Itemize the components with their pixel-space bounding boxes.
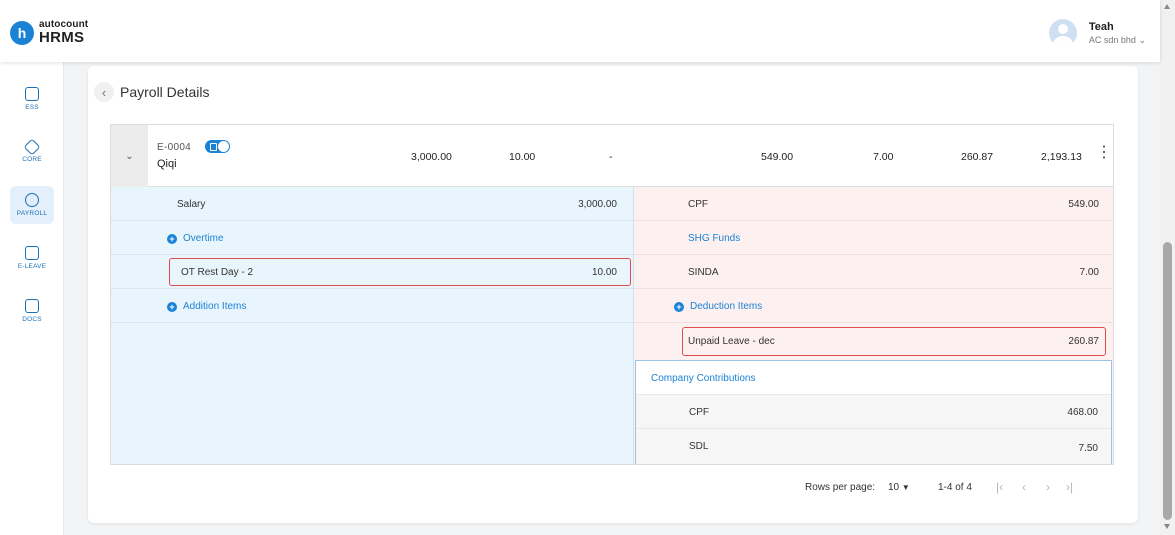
earnings-panel: Salary 3,000.00 + Overtime OT Rest Day - …: [111, 187, 634, 464]
net-pay-cell: 2,193.13: [1041, 151, 1082, 163]
employee-name: Qiqi: [157, 158, 177, 170]
sidebar-item-payroll[interactable]: PAYROLL: [10, 186, 54, 224]
company-cpf-row: CPF 468.00: [636, 395, 1111, 429]
overtime-row[interactable]: + Overtime: [111, 221, 633, 255]
first-page-icon[interactable]: |‹: [996, 480, 1003, 494]
deduction-cell: 260.87: [961, 151, 994, 163]
sidebar-item-e-leave[interactable]: E-LEAVE: [10, 239, 54, 277]
deduction-items-row[interactable]: + Deduction Items: [634, 289, 1113, 323]
company-sdl-value: 7.50: [1078, 443, 1098, 454]
sidebar-item-label: DOCS: [22, 316, 42, 323]
cpf-row: CPF 549.00: [634, 187, 1113, 221]
collapse-row-button[interactable]: ⌄: [111, 125, 148, 187]
last-page-icon[interactable]: ›|: [1066, 480, 1073, 494]
lock-toggle[interactable]: [205, 140, 230, 153]
sidebar-item-label: ESS: [25, 104, 39, 111]
chevron-left-icon: ‹: [101, 84, 107, 100]
company-sdl-label: SDL: [689, 441, 709, 452]
table-row[interactable]: ⌄ E-0004 Qiqi 3,000.00 10.00 - 549.00 7.…: [111, 125, 1113, 187]
pagination: Rows per page: 10 ▼ 1-4 of 4 |‹ ‹ › ›|: [88, 480, 1114, 496]
company-contributions-title: Company Contributions: [651, 373, 756, 384]
page-range: 1-4 of 4: [938, 482, 972, 493]
overtime-cell: 10.00: [509, 151, 536, 163]
sinda-label: SINDA: [688, 267, 719, 278]
addition-cell: -: [609, 151, 613, 163]
payroll-details-card: ‹ Payroll Details ⌄ E-0004 Qiqi 3,000.00…: [88, 66, 1138, 523]
previous-page-icon[interactable]: ‹: [1022, 480, 1026, 494]
chevron-down-icon: ⌄: [1138, 34, 1146, 45]
cpf-label: CPF: [688, 199, 708, 210]
sidebar-item-label: PAYROLL: [16, 210, 48, 217]
unpaid-leave-row[interactable]: Unpaid Leave - dec 260.87: [634, 323, 1113, 360]
rows-per-page-label: Rows per page:: [805, 482, 876, 493]
sidebar-item-label: E-LEAVE: [17, 263, 47, 270]
company-cpf-label: CPF: [689, 407, 709, 418]
logo-bottom-text: HRMS: [39, 29, 85, 46]
rows-per-page-select[interactable]: 10 ▼: [888, 482, 910, 493]
salary-value: 3,000.00: [578, 199, 617, 210]
basic-salary-cell: 3,000.00: [411, 151, 452, 163]
shg-funds-label: SHG Funds: [688, 233, 741, 244]
user-name: Teah: [1088, 20, 1114, 33]
top-header: h autocount HRMS Teah AC sdn bhd ⌄: [0, 0, 1160, 62]
company-selector[interactable]: AC sdn bhd ⌄: [1089, 35, 1146, 46]
page-title: Payroll Details: [120, 84, 210, 100]
deduction-items-link[interactable]: + Deduction Items: [674, 301, 762, 312]
payroll-table: ⌄ E-0004 Qiqi 3,000.00 10.00 - 549.00 7.…: [110, 124, 1114, 465]
sidebar-item-ess[interactable]: ESS: [10, 80, 54, 118]
scroll-thumb[interactable]: [1163, 242, 1172, 520]
page-scrollbar[interactable]: [1160, 0, 1175, 535]
add-circle-icon: +: [167, 234, 177, 244]
deduction-items-label: Deduction Items: [690, 301, 763, 312]
salary-label: Salary: [177, 199, 206, 210]
add-circle-icon: +: [674, 302, 684, 312]
back-button[interactable]: ‹: [94, 82, 114, 102]
payroll-icon: [25, 193, 39, 207]
cpf-value: 549.00: [1068, 199, 1099, 210]
sinda-value: 7.00: [1079, 267, 1099, 278]
addition-items-row[interactable]: + Addition Items: [111, 289, 633, 323]
sinda-row: SINDA 7.00: [634, 255, 1113, 289]
add-circle-icon: +: [167, 302, 177, 312]
avatar[interactable]: [1048, 19, 1077, 47]
user-menu[interactable]: Teah AC sdn bhd ⌄: [1048, 19, 1146, 47]
overtime-label: Overtime: [183, 233, 224, 244]
calendar-icon: [25, 246, 39, 260]
addition-items-link[interactable]: + Addition Items: [167, 301, 246, 312]
employee-code: E-0004: [157, 142, 192, 153]
shg-funds-row: SHG Funds: [634, 221, 1113, 255]
logo-mark: h: [10, 20, 34, 45]
app-logo[interactable]: h autocount HRMS: [10, 20, 88, 45]
company-sdl-row: SDL 7.50: [636, 429, 1111, 464]
ot-item-value: 10.00: [591, 267, 617, 278]
ot-item-row[interactable]: OT Rest Day - 2 10.00: [111, 255, 633, 289]
ot-item-label: OT Rest Day - 2: [181, 267, 254, 278]
company-name: AC sdn bhd: [1088, 34, 1136, 45]
scroll-down-icon[interactable]: [1164, 524, 1170, 529]
deductions-panel: CPF 549.00 SHG Funds SINDA 7.00 + Deducti…: [634, 187, 1113, 464]
caret-down-icon: ▼: [901, 483, 910, 492]
rows-per-page-value: 10: [888, 482, 900, 493]
addition-items-label: Addition Items: [183, 301, 247, 312]
sidebar-item-docs[interactable]: DOCS: [10, 292, 54, 330]
core-icon: [23, 138, 41, 156]
overtime-link[interactable]: + Overtime: [167, 233, 224, 244]
sidebar: ESS CORE PAYROLL E-LEAVE DOCS: [0, 62, 64, 535]
docs-icon: [25, 299, 39, 313]
cpf-cell: 549.00: [761, 151, 794, 163]
unpaid-leave-label: Unpaid Leave - dec: [688, 336, 775, 347]
more-options-icon[interactable]: ⋮: [1096, 145, 1112, 161]
shg-cell: 7.00: [873, 151, 894, 163]
company-contributions-box: Company Contributions CPF 468.00 SDL 7.5…: [635, 360, 1112, 464]
salary-row: Salary 3,000.00: [111, 187, 633, 221]
ess-icon: [25, 87, 39, 101]
sidebar-item-label: CORE: [22, 156, 42, 163]
sidebar-item-core[interactable]: CORE: [10, 133, 54, 171]
next-page-icon[interactable]: ›: [1046, 480, 1050, 494]
scroll-up-icon[interactable]: [1164, 4, 1170, 9]
chevron-down-icon: ⌄: [125, 150, 134, 162]
unpaid-leave-value: 260.87: [1068, 336, 1099, 347]
company-cpf-value: 468.00: [1067, 407, 1098, 418]
company-contributions-header: Company Contributions: [636, 361, 1111, 395]
